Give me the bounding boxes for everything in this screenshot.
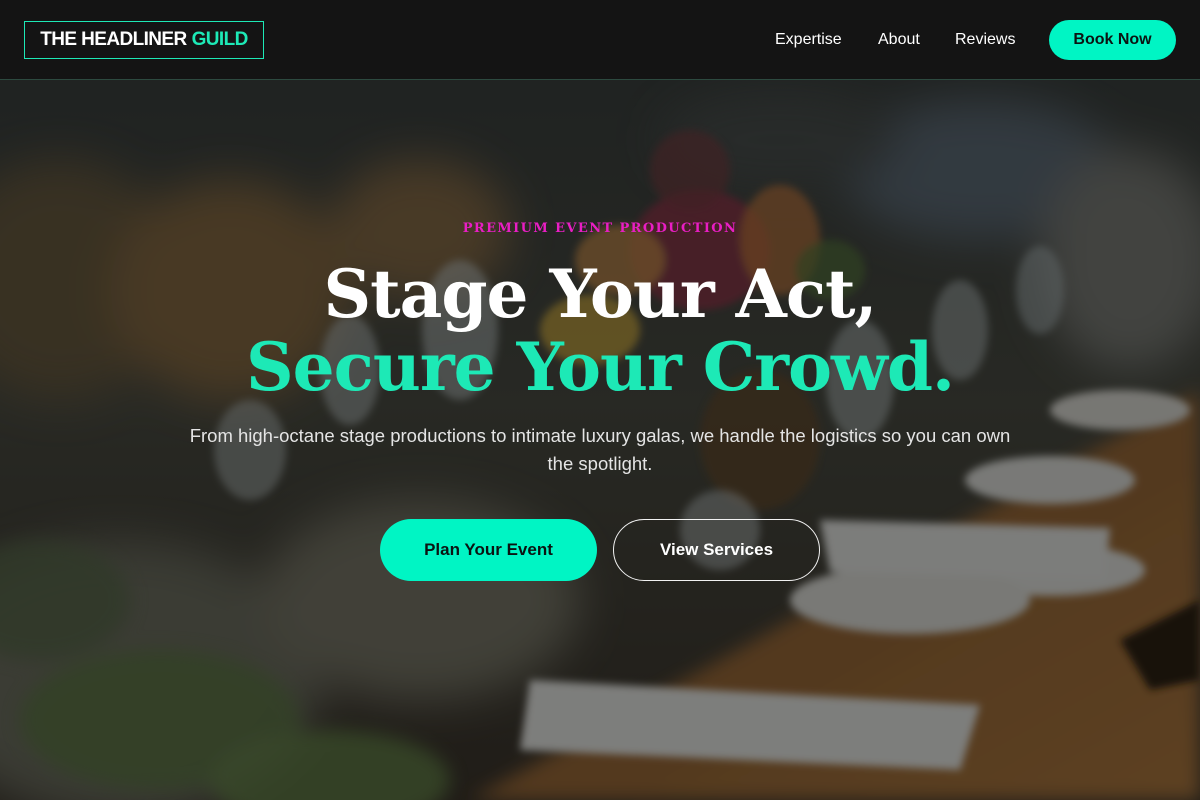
brand-name: THE HEADLINER [40, 29, 187, 50]
landing-page: THE HEADLINER GUILD Expertise About Revie… [0, 0, 1200, 800]
hero-headline-line1: Stage Your Act, [323, 255, 877, 333]
nav-link-reviews[interactable]: Reviews [955, 28, 1015, 52]
hero-headline-line2: Secure Your Crowd. [246, 328, 955, 406]
nav-link-expertise[interactable]: Expertise [775, 28, 842, 52]
nav-link-about[interactable]: About [878, 28, 920, 52]
brand-logo[interactable]: THE HEADLINER GUILD [24, 21, 264, 59]
plan-event-button[interactable]: Plan Your Event [380, 519, 597, 581]
hero-subtext: From high-octane stage productions to in… [189, 425, 1011, 474]
view-services-button[interactable]: View Services [613, 519, 820, 581]
brand-name-accent: GUILD [191, 29, 249, 50]
hero-section: PREMIUM EVENT PRODUCTION Stage Your Act,… [0, 80, 1200, 800]
hero-eyebrow: PREMIUM EVENT PRODUCTION [462, 221, 738, 236]
top-navbar: THE HEADLINER GUILD Expertise About Revie… [0, 0, 1200, 80]
book-now-button[interactable]: Book Now [1049, 20, 1176, 60]
